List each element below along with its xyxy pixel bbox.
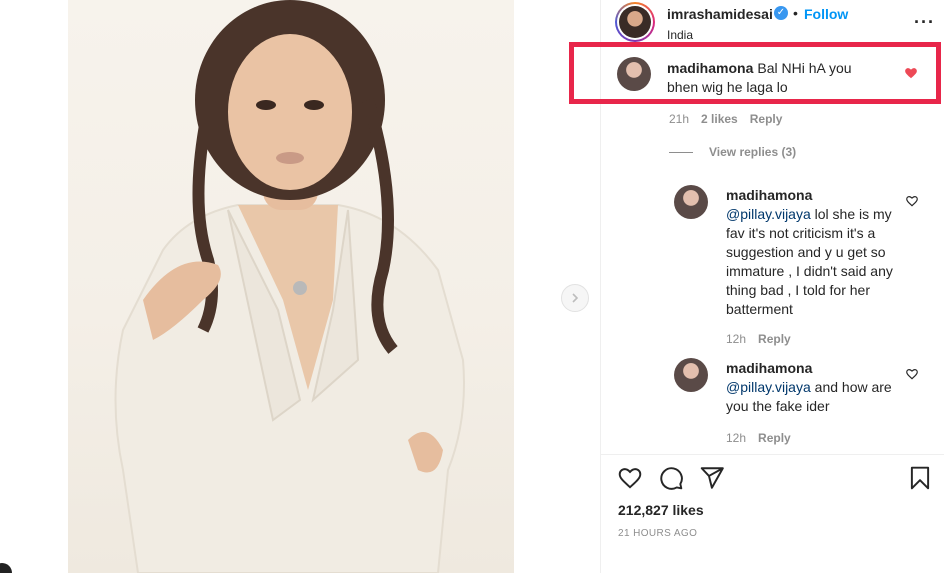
header-separator: • <box>793 5 798 21</box>
reply-meta: 12h Reply <box>726 332 791 346</box>
reply-username[interactable]: madihamona <box>726 360 812 376</box>
post-location[interactable]: India <box>667 28 693 42</box>
chevron-right-icon <box>572 293 579 303</box>
post-timestamp[interactable]: 21 HOURS AGO <box>618 528 697 539</box>
author-username[interactable]: imrashamidesai <box>667 6 773 22</box>
post-sidebar: imrashamidesai ✓ • Follow India ··· madi… <box>569 0 944 573</box>
reply-heart-icon[interactable] <box>905 367 919 381</box>
share-icon[interactable] <box>699 465 725 491</box>
reply-username[interactable]: madihamona <box>726 187 812 203</box>
reply-button[interactable]: Reply <box>758 332 791 346</box>
actions-divider <box>601 454 944 455</box>
comment-liked-heart-icon[interactable] <box>904 66 918 80</box>
view-replies-button[interactable]: View replies (3) <box>669 145 796 159</box>
highlighted-comment: madihamona Bal NHi hA you bhen wig he lag… <box>667 59 882 97</box>
comment-username[interactable]: madihamona <box>667 60 753 76</box>
comment-icon[interactable] <box>658 465 684 491</box>
post-header: imrashamidesai ✓ • Follow India ··· <box>601 0 944 48</box>
post-photo[interactable] <box>68 0 514 573</box>
author-avatar[interactable] <box>615 2 655 42</box>
reply-button[interactable]: Reply <box>750 112 783 126</box>
more-options-icon[interactable]: ··· <box>914 12 935 33</box>
verified-badge-icon: ✓ <box>774 6 788 20</box>
view-replies-label: View replies (3) <box>709 145 797 159</box>
reply-time: 12h <box>726 332 747 346</box>
view-replies-line <box>669 152 693 154</box>
heart-icon[interactable] <box>617 465 643 491</box>
reply-time: 12h <box>726 431 747 445</box>
commenter-avatar[interactable] <box>617 57 651 91</box>
comment-meta: 21h 2 likes Reply <box>669 112 782 126</box>
reply-text: lol she is my fav it's not criticism it'… <box>726 206 893 317</box>
reply-mention[interactable]: @pillay.vijaya <box>726 379 811 395</box>
reply-avatar[interactable] <box>674 185 708 219</box>
comment-likes[interactable]: 2 likes <box>701 112 738 126</box>
reply-avatar[interactable] <box>674 358 708 392</box>
post-likes-count[interactable]: 212,827 likes <box>618 502 704 518</box>
corner-indicator <box>0 563 12 573</box>
post-media-pane <box>0 0 600 573</box>
follow-button[interactable]: Follow <box>804 6 848 22</box>
reply-mention[interactable]: @pillay.vijaya <box>726 206 811 222</box>
reply-button[interactable]: Reply <box>758 431 791 445</box>
bookmark-icon[interactable] <box>907 465 933 491</box>
reply-heart-icon[interactable] <box>905 194 919 208</box>
reply-comment: madihamona @pillay.vijaya lol she is my … <box>726 186 896 319</box>
reply-comment: madihamona @pillay.vijaya and how are yo… <box>726 359 896 416</box>
next-photo-button[interactable] <box>561 284 589 312</box>
reply-meta: 12h Reply <box>726 431 791 445</box>
post-photo-illustration <box>114 0 465 573</box>
comment-time: 21h <box>669 112 690 126</box>
